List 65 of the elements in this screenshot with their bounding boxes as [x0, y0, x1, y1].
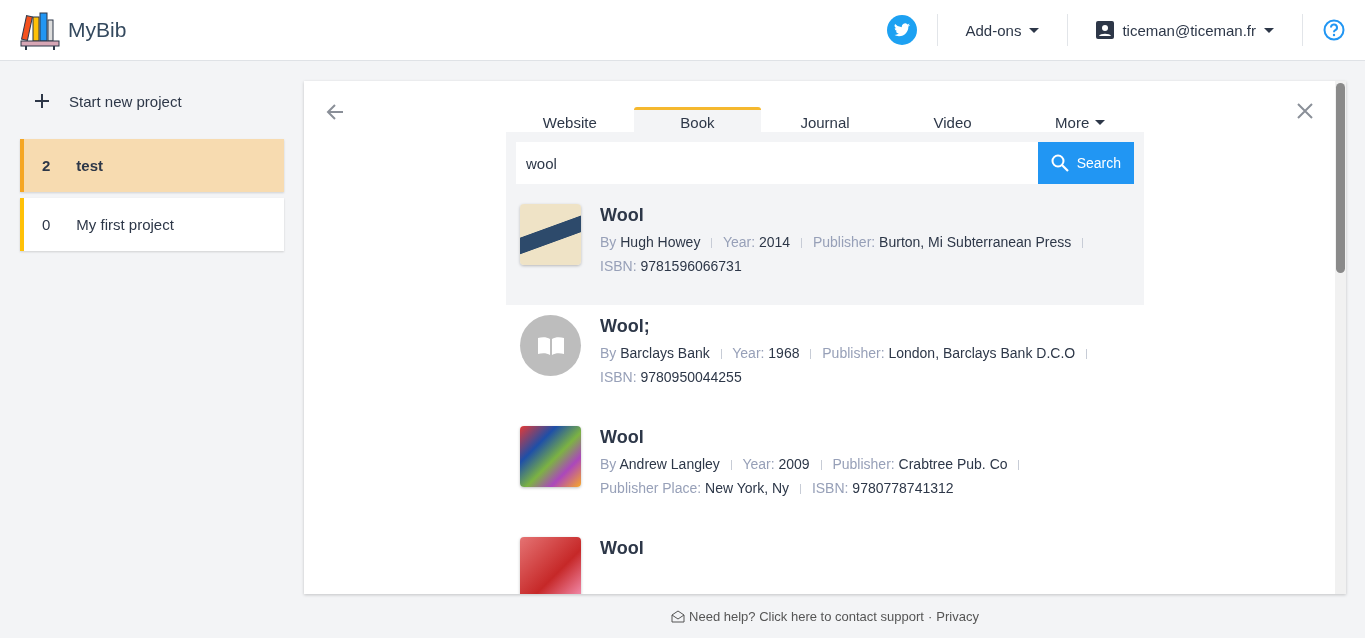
caret-icon: [1264, 27, 1274, 33]
envelope-icon: [671, 609, 686, 623]
project-item[interactable]: 2 test: [20, 139, 284, 192]
field-label: By: [600, 345, 617, 361]
help-icon: [1323, 19, 1345, 41]
result-title: Wool;: [600, 316, 651, 337]
privacy-link[interactable]: Privacy: [936, 608, 979, 624]
start-new-project-button[interactable]: Start new project: [20, 81, 284, 121]
field-label: Publisher:: [822, 345, 885, 361]
book-cover-image: [520, 537, 581, 594]
search-field[interactable]: wool: [516, 142, 1038, 184]
book-cover-image: [520, 426, 581, 487]
search-icon: [1050, 154, 1069, 172]
account-menu[interactable]: ticeman@ticeman.fr: [1068, 21, 1302, 39]
project-item[interactable]: 0 My first project: [20, 198, 284, 251]
field-label: ISBN:: [600, 369, 637, 385]
scrollbar-thumb[interactable]: [1336, 83, 1345, 273]
field-label: By: [600, 456, 617, 472]
bird-icon: [893, 23, 910, 37]
field-value: 2014: [759, 234, 791, 250]
open-book-icon: [536, 335, 565, 356]
field-label: Publisher Place:: [600, 480, 702, 496]
field-value: 9780950044255: [640, 369, 742, 385]
field-label: Publisher:: [832, 456, 895, 472]
field-label: Publisher:: [812, 234, 876, 250]
contact-support-link[interactable]: Need help? Click here to contact support: [671, 608, 924, 624]
field-value: Burton, Mi Subterranean Press: [879, 234, 1072, 250]
field-label: Year:: [722, 234, 756, 250]
separator: ·: [927, 608, 933, 624]
source-tab[interactable]: Book: [633, 107, 762, 132]
brand-name: MyBib: [68, 18, 127, 42]
plus-icon: [35, 94, 49, 108]
field-value: London, Barclays Bank D.C.O: [888, 345, 1076, 361]
field-label: ISBN:: [811, 480, 849, 496]
field-value: Andrew Langley: [619, 456, 720, 472]
back-arrow-icon: [326, 103, 344, 121]
book-cover-image: [520, 204, 581, 265]
project-count: 2: [42, 157, 51, 174]
result-title: Wool: [600, 538, 645, 559]
field-value: Crabtree Pub. Co: [898, 456, 1008, 472]
field-label: Year:: [742, 456, 775, 472]
back-button[interactable]: [326, 103, 344, 121]
field-value: Barclays Bank: [620, 345, 710, 361]
account-icon: [1096, 21, 1115, 39]
close-icon: [1297, 103, 1313, 119]
close-button[interactable]: [1297, 103, 1313, 119]
field-value: 1968: [768, 345, 800, 361]
field-value: 9780778741312: [852, 480, 954, 496]
field-value: Hugh Howey: [620, 234, 701, 250]
field-label: ISBN:: [600, 258, 637, 274]
addons-menu[interactable]: Add-ons: [937, 21, 1068, 39]
search-result[interactable]: Wool By Hugh Howey Year: 2014 Publisher: Burton, Mi Subterranean Press ISBN: 9781596066731: [506, 194, 1144, 305]
project-name: My first project: [76, 216, 174, 233]
result-title: Wool: [600, 427, 645, 448]
result-title: Wool: [600, 205, 645, 226]
twitter-button[interactable]: [886, 15, 917, 45]
project-count: 0: [42, 216, 51, 233]
field-label: Year:: [732, 345, 765, 361]
field-label: By: [600, 234, 617, 250]
field-value: 9781596066731: [640, 258, 742, 274]
project-name: test: [76, 157, 104, 174]
bookshelf-logo-icon: [20, 10, 60, 50]
field-value: 2009: [778, 456, 810, 472]
field-value: New York, Ny: [705, 480, 790, 496]
caret-icon: [1029, 27, 1040, 33]
